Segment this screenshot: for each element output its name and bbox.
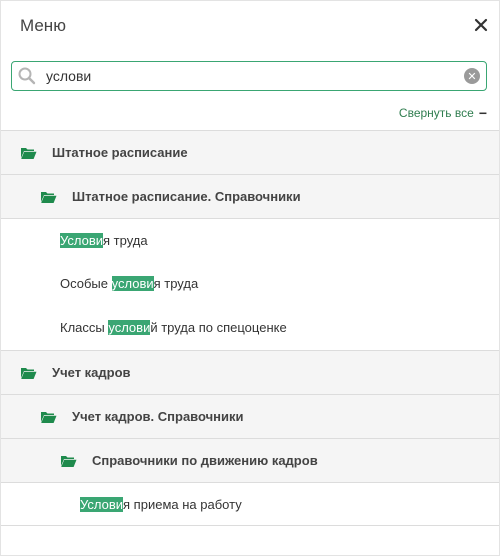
search-box[interactable]: ✕	[11, 61, 487, 91]
tree-item[interactable]: Условия приема на работу	[1, 482, 499, 526]
folder-open-icon	[41, 192, 57, 203]
label-suffix: й труда по спецоценке	[150, 320, 287, 335]
search-input[interactable]	[46, 66, 466, 86]
label-prefix: Классы	[60, 320, 109, 335]
search-icon	[18, 67, 36, 85]
tree-item-label: Условия приема на работу	[80, 497, 242, 512]
label-prefix: Особые	[60, 276, 112, 291]
menu-title: Меню	[20, 16, 66, 35]
close-icon-glyph	[474, 18, 488, 32]
search-match-highlight: Услови	[60, 233, 104, 248]
tree-item[interactable]: Условия труда	[1, 218, 499, 262]
tree-item-label: Условия труда	[60, 233, 148, 248]
menu-tree: Штатное расписание Штатное расписание. Сп…	[1, 130, 499, 526]
tree-group[interactable]: Учет кадров	[1, 350, 499, 394]
tree-item-label: Классы условий труда по спецоценке	[60, 320, 287, 335]
folder-open-icon	[41, 412, 57, 423]
tree-item-label: Особые условия труда	[60, 276, 198, 291]
folder-open-icon	[21, 368, 37, 379]
label-suffix: я приема на работу	[123, 497, 242, 512]
clear-search-icon[interactable]: ✕	[464, 68, 480, 84]
tree-group-label: Учет кадров	[52, 365, 131, 380]
search-match-highlight: услови	[108, 320, 151, 335]
tree-item[interactable]: Особые условия труда	[1, 262, 499, 306]
collapse-all-label: Свернуть все	[398, 106, 474, 120]
tree-group[interactable]: Учет кадров. Справочники	[1, 394, 499, 438]
menu-header: Меню	[1, 1, 499, 53]
label-suffix: я труда	[103, 233, 148, 248]
search-match-highlight: услови	[111, 276, 154, 291]
tree-group[interactable]: Штатное расписание	[1, 130, 499, 174]
tree-item[interactable]: Классы условий труда по спецоценке	[1, 306, 499, 350]
tree-group-label: Штатное расписание. Справочники	[72, 189, 301, 204]
menu-panel: Меню ✕ Свернуть все − Штатное расписание…	[0, 0, 500, 556]
tree-group[interactable]: Штатное расписание. Справочники	[1, 174, 499, 218]
folder-open-icon	[61, 456, 77, 467]
tree-group-label: Справочники по движению кадров	[92, 453, 318, 468]
folder-open-icon	[21, 148, 37, 159]
search-match-highlight: Услови	[80, 497, 124, 512]
tree-group-label: Учет кадров. Справочники	[72, 409, 244, 424]
minus-icon: −	[478, 105, 487, 121]
collapse-all-button[interactable]: Свернуть все −	[399, 105, 487, 121]
label-suffix: я труда	[153, 276, 199, 291]
tree-group[interactable]: Справочники по движению кадров	[1, 438, 499, 482]
tree-group-label: Штатное расписание	[52, 145, 188, 160]
close-icon[interactable]	[469, 13, 493, 37]
